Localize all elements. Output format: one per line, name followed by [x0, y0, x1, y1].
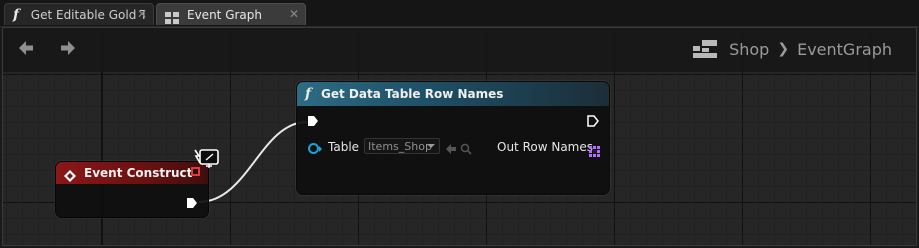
node-title: Get Data Table Row Names	[321, 87, 504, 101]
exec-out-pin[interactable]	[186, 197, 198, 209]
function-icon: f	[305, 86, 312, 102]
node-header: Event Construct	[56, 162, 208, 184]
arrow-right-icon	[61, 41, 75, 55]
grid-line	[101, 72, 102, 245]
browse-asset-icon[interactable]	[460, 140, 472, 155]
chevron-down-icon	[427, 144, 435, 148]
arrow-left-icon	[19, 41, 33, 55]
event-graph-icon	[165, 9, 179, 24]
client-only-icon	[192, 148, 220, 170]
node-header: f Get Data Table Row Names	[297, 82, 609, 106]
table-select[interactable]: Items_Shop	[364, 138, 440, 154]
blueprint-icon	[693, 40, 718, 58]
graph-canvas[interactable]: Shop ❯ EventGraph Event Construct f Get …	[2, 27, 917, 246]
graph-toolbar: Shop ❯ EventGraph	[3, 28, 916, 72]
node-title: Event Construct	[84, 166, 193, 180]
out-row-names-array-pin[interactable]	[589, 142, 600, 157]
breadcrumb-blueprint[interactable]: Shop	[729, 40, 769, 59]
exec-out-pin[interactable]	[587, 115, 599, 127]
function-icon: f	[13, 6, 20, 23]
event-diamond-icon	[64, 167, 76, 182]
breadcrumb-graph[interactable]: EventGraph	[797, 40, 892, 59]
get-data-table-row-names-node[interactable]: f Get Data Table Row Names Table Items_S…	[296, 81, 610, 195]
tab-event-graph[interactable]: Event Graph ✕	[156, 3, 306, 25]
exec-in-pin[interactable]	[307, 115, 319, 127]
back-button[interactable]	[15, 37, 37, 59]
tab-bar: f Get Editable Gold T ✕ Event Graph ✕	[0, 0, 919, 27]
chevron-right-icon: ❯	[777, 41, 790, 57]
tab-label: Get Editable Gold T	[30, 7, 145, 22]
close-icon[interactable]: ✕	[289, 7, 299, 21]
table-label: Table	[328, 140, 360, 154]
table-pin-arrow	[319, 146, 322, 152]
use-selected-asset-icon[interactable]	[445, 140, 457, 154]
breadcrumb: Shop ❯ EventGraph	[693, 37, 892, 61]
close-icon[interactable]: ✕	[137, 7, 147, 21]
forward-button[interactable]	[57, 37, 79, 59]
out-row-names-label: Out Row Names	[497, 140, 593, 154]
tab-label: Event Graph	[187, 7, 262, 22]
table-select-value: Items_Shop	[368, 139, 432, 153]
tab-get-editable-gold[interactable]: f Get Editable Gold T ✕	[4, 3, 154, 25]
table-input-pin[interactable]	[308, 143, 319, 154]
event-construct-node[interactable]: Event Construct	[55, 161, 209, 218]
